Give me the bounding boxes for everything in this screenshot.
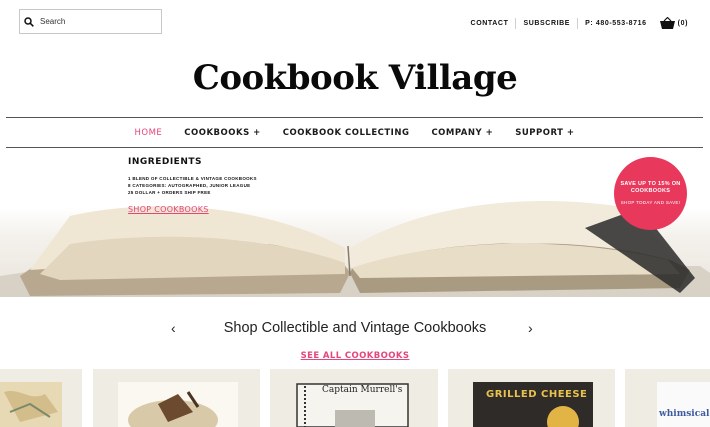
cart-button[interactable]: (0): [654, 17, 688, 29]
contact-link[interactable]: CONTACT: [464, 17, 517, 29]
subscribe-link[interactable]: SUBSCRIBE: [516, 17, 579, 29]
hero-banner: INGREDIENTS 1 BLEND OF COLLECTIBLE & VIN…: [0, 148, 710, 297]
product-card[interactable]: whimsical: [625, 369, 710, 427]
food-photo-cover: [118, 382, 238, 427]
nav-item-cookbook-collecting[interactable]: COOKBOOK COLLECTING: [283, 128, 410, 138]
nav-item-cookbooks[interactable]: COOKBOOKS +: [184, 128, 261, 138]
ingredients-block: INGREDIENTS 1 BLEND OF COLLECTIBLE & VIN…: [128, 157, 257, 217]
shop-cookbooks-link[interactable]: SHOP COOKBOOKS: [128, 205, 209, 214]
ingredient-line: 8 CATEGORIES: AUTOGRAPHED, JUNIOR LEAGUE: [128, 183, 251, 188]
phone-number[interactable]: P: 480-553-8716: [578, 18, 654, 29]
map-cookbook-cover: [0, 382, 62, 427]
cover-title: whimsical: [659, 409, 710, 419]
top-bar: CONTACT SUBSCRIBE P: 480-553-8716 (0): [0, 0, 710, 48]
see-all-cookbooks: SEE ALL COOKBOOKS: [0, 345, 710, 363]
search-input[interactable]: [40, 17, 150, 26]
whimsical-cover: [657, 382, 710, 427]
carousel-next-arrow[interactable]: ›: [528, 320, 533, 336]
product-card[interactable]: GRILLED CHEESE: [448, 369, 615, 427]
search-icon: [24, 16, 34, 27]
ingredient-line: 25 DOLLAR + ORDERS SHIP FREE: [128, 190, 211, 195]
ingredients-heading: INGREDIENTS: [128, 157, 202, 167]
section-title: Shop Collectible and Vintage Cookbooks: [223, 320, 487, 336]
product-carousel: Captain Murrell's GRILLED CHEESE whimsic…: [0, 369, 710, 427]
product-card[interactable]: [0, 369, 82, 427]
sale-badge[interactable]: SAVE UP TO 15% ON COOKBOOKS SHOP TODAY A…: [614, 157, 687, 230]
cover-title: GRILLED CHEESE: [486, 389, 588, 400]
see-all-link[interactable]: SEE ALL COOKBOOKS: [301, 351, 410, 361]
nav-item-home[interactable]: HOME: [134, 128, 162, 138]
nav-item-company[interactable]: COMPANY +: [431, 128, 493, 138]
badge-sub-text: SHOP TODAY AND SAVE!: [620, 200, 681, 205]
cart-count: (0): [677, 19, 688, 27]
cover-title: Captain Murrell's: [322, 385, 403, 395]
badge-main-text: SAVE UP TO 15% ON COOKBOOKS: [620, 181, 681, 194]
main-nav: HOME COOKBOOKS + COOKBOOK COLLECTING COM…: [6, 117, 703, 148]
utility-links: CONTACT SUBSCRIBE P: 480-553-8716 (0): [464, 17, 688, 29]
ingredient-line: 1 BLEND OF COLLECTIBLE & VINTAGE COOKBOO…: [128, 176, 257, 181]
product-card[interactable]: Captain Murrell's: [270, 369, 438, 427]
search-box[interactable]: [19, 9, 162, 34]
open-book-image: [0, 200, 710, 297]
basket-icon: [659, 17, 675, 29]
product-card[interactable]: [93, 369, 260, 427]
nav-item-support[interactable]: SUPPORT +: [515, 128, 574, 138]
site-logo[interactable]: Cookbook Village: [0, 58, 710, 98]
